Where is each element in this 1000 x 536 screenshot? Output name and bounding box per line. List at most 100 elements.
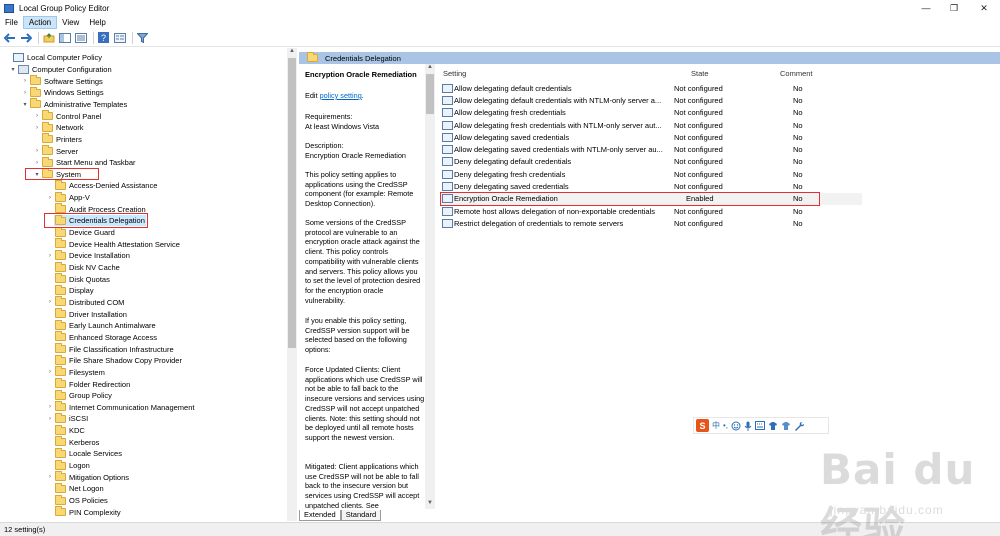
settings-row[interactable]: Restrict delegation of credentials to re… xyxy=(441,217,862,229)
tree-item[interactable]: › Distributed COM xyxy=(45,296,124,309)
tree-item-label: Driver Installation xyxy=(69,309,127,319)
ime-language-toggle[interactable]: 中 xyxy=(712,420,720,431)
column-header-state[interactable]: State xyxy=(691,69,709,80)
tree-item[interactable]: › Mitigation Options xyxy=(45,471,129,483)
expand-arrow-icon[interactable]: › xyxy=(45,299,55,305)
menu-view[interactable]: View xyxy=(57,17,84,28)
expand-arrow-icon[interactable]: › xyxy=(45,416,55,422)
settings-row[interactable]: Deny delegating default credentials Not c… xyxy=(441,156,862,168)
tree-item[interactable]: File Share Shadow Copy Provider xyxy=(45,354,182,367)
tree-item[interactable]: › Software Settings xyxy=(20,75,103,87)
settings-row[interactable]: Allow delegating saved credentials with … xyxy=(441,144,862,156)
tree-item-computer-configuration[interactable]: ▾ Computer Configuration xyxy=(8,64,112,76)
collapse-arrow-icon[interactable]: ▾ xyxy=(20,101,30,108)
settings-row[interactable]: Remote host allows delegation of non-exp… xyxy=(441,205,862,217)
tree-item[interactable]: › Internet Communication Management xyxy=(45,401,194,414)
settings-row[interactable]: Allow delegating default credentials wit… xyxy=(441,94,862,106)
expand-arrow-icon[interactable]: › xyxy=(45,474,55,480)
tree-item[interactable]: Net Logon xyxy=(45,482,104,495)
setting-state: Not configured xyxy=(674,182,723,192)
description-scrollbar[interactable]: ▲ ▼ xyxy=(425,64,435,509)
back-arrow-icon[interactable] xyxy=(3,32,16,44)
expand-arrow-icon[interactable]: › xyxy=(45,369,55,375)
forward-arrow-icon[interactable] xyxy=(19,32,32,44)
settings-row[interactable]: Deny delegating fresh credentials Not con… xyxy=(441,168,862,180)
tree-item[interactable]: › Filesystem xyxy=(45,366,105,379)
tree-item[interactable]: › Device Installation xyxy=(45,249,130,262)
setting-state: Not configured xyxy=(674,120,723,130)
tree-item[interactable]: › Network xyxy=(32,121,84,134)
tree-item[interactable]: › iSCSI xyxy=(45,412,88,425)
column-header-setting[interactable]: Setting xyxy=(443,69,466,80)
show-hide-tree-icon[interactable] xyxy=(58,32,71,44)
tree-item[interactable]: Folder Redirection xyxy=(45,378,130,390)
tree-item[interactable]: › Server xyxy=(32,145,78,157)
scroll-down-arrow-icon[interactable]: ▼ xyxy=(425,500,435,509)
expand-arrow-icon[interactable]: › xyxy=(45,253,55,259)
tree-item[interactable]: › App-V xyxy=(45,191,90,204)
tree-item[interactable]: Display xyxy=(45,284,94,297)
tab-extended[interactable]: Extended xyxy=(299,510,341,521)
tree-item[interactable]: Device Guard xyxy=(45,226,115,239)
sogou-logo-icon[interactable]: S xyxy=(696,419,709,432)
filter-icon[interactable] xyxy=(136,32,149,44)
column-header-comment[interactable]: Comment xyxy=(780,69,813,80)
tree-item[interactable]: Disk Quotas xyxy=(45,273,110,285)
collapse-arrow-icon[interactable]: ▾ xyxy=(8,66,18,73)
properties-icon[interactable] xyxy=(113,32,126,44)
tree-item[interactable]: › Control Panel xyxy=(32,110,101,122)
emoji-icon[interactable] xyxy=(731,421,741,431)
tree-item[interactable]: Device Health Attestation Service xyxy=(45,238,180,250)
tree-item[interactable]: Disk NV Cache xyxy=(45,261,120,274)
edit-suffix: . xyxy=(361,91,364,100)
tree-item[interactable]: Kerberos xyxy=(45,436,99,448)
tree-item[interactable]: Early Launch Antimalware xyxy=(45,319,156,332)
settings-row[interactable]: Allow delegating fresh credentials Not co… xyxy=(441,107,862,119)
tree-item[interactable]: Enhanced Storage Access xyxy=(45,331,157,344)
microphone-icon[interactable] xyxy=(744,421,752,431)
expand-arrow-icon[interactable]: › xyxy=(45,195,55,201)
settings-row[interactable]: Allow delegating fresh credentials with … xyxy=(441,119,862,131)
tree-item[interactable]: KDC xyxy=(45,424,85,437)
tree-item[interactable]: Driver Installation xyxy=(45,308,127,320)
tree-item[interactable]: Printers xyxy=(32,133,82,146)
tree-item[interactable]: Logon xyxy=(45,459,90,472)
tree-item-local-computer-policy[interactable]: Local Computer Policy xyxy=(3,52,102,64)
scroll-up-arrow-icon[interactable]: ▲ xyxy=(287,48,297,57)
help-icon[interactable]: ? xyxy=(97,32,110,44)
tree-item[interactable]: ▾ Administrative Templates xyxy=(20,98,127,111)
menu-help[interactable]: Help xyxy=(84,17,110,28)
maximize-button[interactable]: ❐ xyxy=(938,0,970,16)
tree-item[interactable]: PIN Complexity xyxy=(45,506,121,518)
expand-arrow-icon[interactable]: › xyxy=(32,148,42,154)
scroll-thumb[interactable] xyxy=(288,58,296,348)
up-folder-icon[interactable] xyxy=(42,32,55,44)
menu-action[interactable]: Action xyxy=(22,16,58,29)
tree-item[interactable]: File Classification Infrastructure xyxy=(45,343,174,355)
ime-punctuation-toggle[interactable]: •, xyxy=(723,421,728,430)
expand-arrow-icon[interactable]: › xyxy=(32,113,42,119)
tree-item[interactable]: › Windows Settings xyxy=(20,86,104,99)
setting-state: Not configured xyxy=(674,218,723,228)
close-button[interactable]: ✕ xyxy=(968,0,1000,16)
tree-item[interactable]: Access-Denied Assistance xyxy=(45,179,157,192)
expand-arrow-icon[interactable]: › xyxy=(20,78,30,84)
tab-standard[interactable]: Standard xyxy=(340,510,382,521)
policy-setting-icon xyxy=(442,83,453,93)
tree-item[interactable]: Group Policy xyxy=(45,389,112,402)
menu-file[interactable]: File xyxy=(0,17,23,28)
settings-row[interactable]: Allow delegating default credentials Not … xyxy=(441,82,862,94)
expand-arrow-icon[interactable]: › xyxy=(45,404,55,410)
scroll-thumb[interactable] xyxy=(426,74,434,114)
tree-item[interactable]: Locale Services xyxy=(45,447,122,460)
expand-arrow-icon[interactable]: › xyxy=(32,125,42,131)
expand-arrow-icon[interactable]: › xyxy=(20,90,30,96)
scroll-up-arrow-icon[interactable]: ▲ xyxy=(425,64,435,73)
edit-policy-link[interactable]: policy setting xyxy=(320,91,362,100)
folder-icon xyxy=(55,308,66,319)
expand-arrow-icon[interactable]: › xyxy=(32,160,42,166)
tree-item[interactable]: OS Policies xyxy=(45,494,108,507)
tree-scrollbar[interactable]: ▲ xyxy=(287,48,297,521)
settings-row[interactable]: Allow delegating saved credentials Not co… xyxy=(441,131,862,143)
export-list-icon[interactable] xyxy=(74,32,87,44)
